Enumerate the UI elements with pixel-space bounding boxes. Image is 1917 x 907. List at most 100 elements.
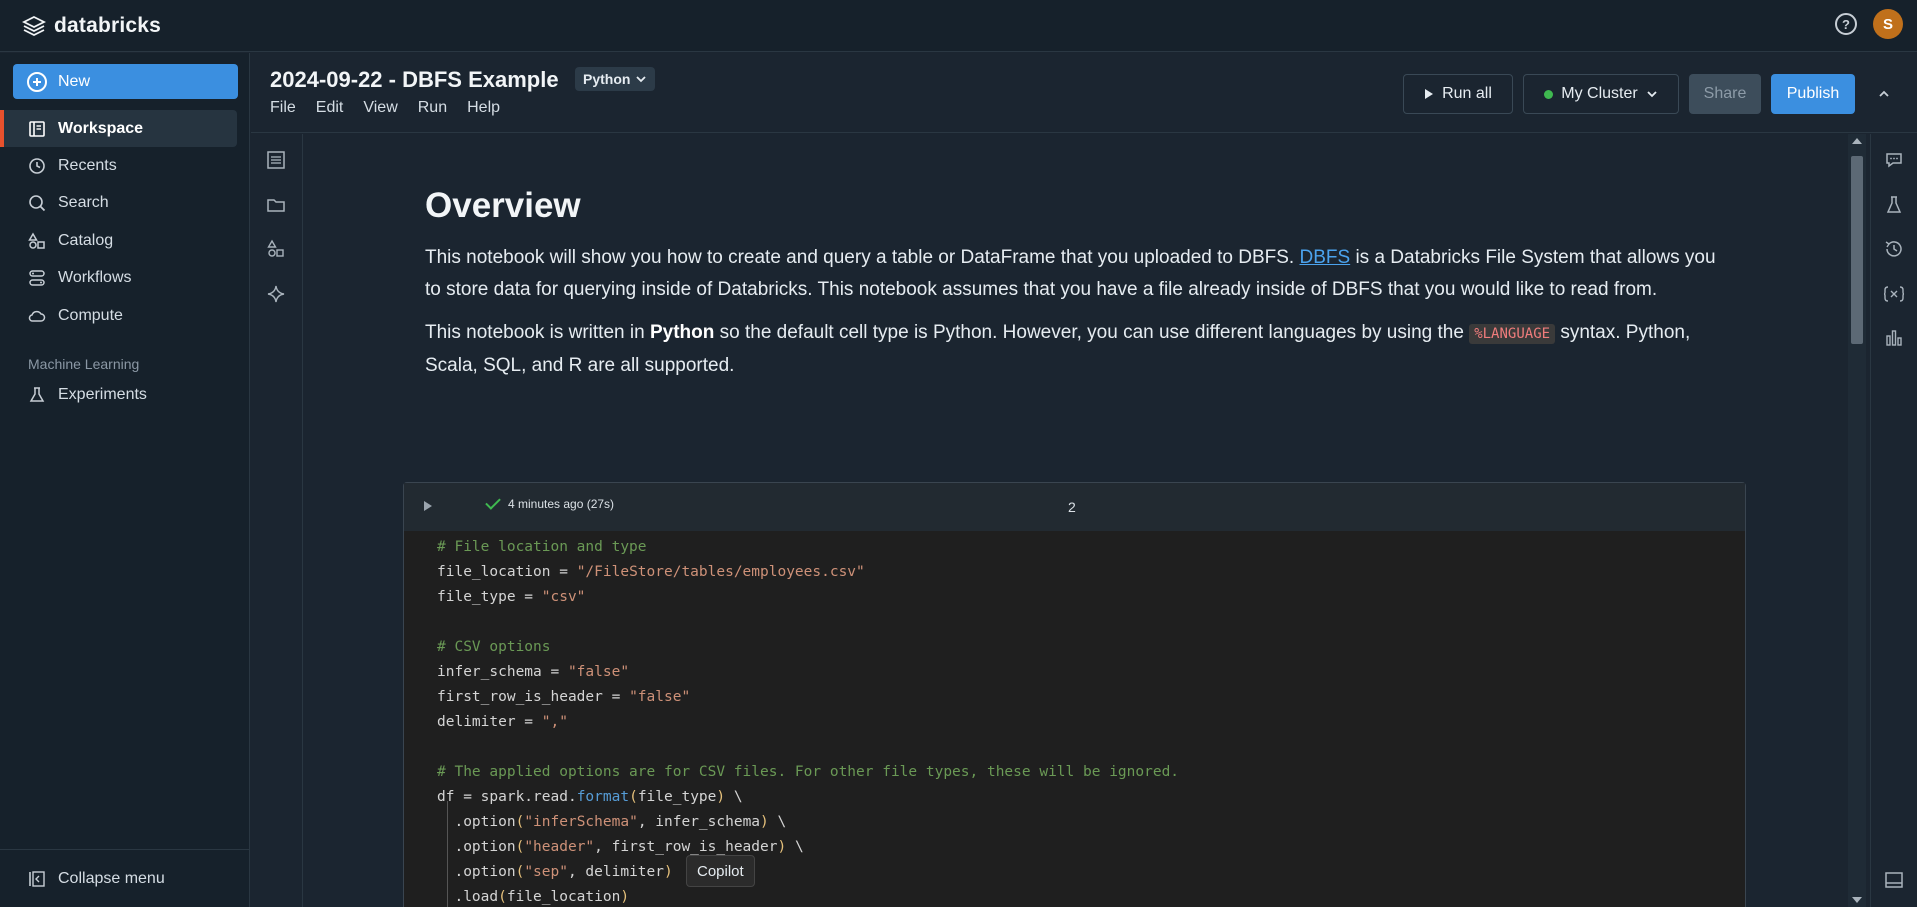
code-paren: )	[760, 814, 769, 830]
menu-edit[interactable]: Edit	[316, 99, 344, 117]
sidebar-nav: Workspace Recents Search Catalog Workflo…	[0, 110, 250, 414]
check-icon	[485, 494, 501, 510]
code-editor[interactable]: # File location and type file_location =…	[437, 535, 1179, 907]
code-text: df = spark.read.	[437, 789, 577, 805]
code-cell[interactable]: 4 minutes ago (27s) 2 # File location an…	[403, 482, 1746, 907]
code-text: .load	[437, 889, 499, 905]
share-button[interactable]: Share	[1689, 74, 1761, 114]
paragraph-text: so the default cell type is Python. Howe…	[714, 322, 1470, 343]
code-text: \	[768, 814, 787, 830]
code-text: , delimiter	[567, 864, 664, 880]
variables-icon[interactable]	[1883, 283, 1905, 305]
sidebar-item-recents[interactable]: Recents	[0, 147, 250, 184]
code-text: , infer_schema	[637, 814, 761, 830]
cluster-selector[interactable]: My Cluster	[1523, 74, 1679, 114]
cell-number: 2	[1068, 499, 1076, 515]
play-icon	[1425, 89, 1434, 99]
brand-name: databricks	[54, 13, 162, 37]
flask-icon	[28, 386, 46, 404]
code-paren: (	[515, 814, 525, 830]
code-paren: )	[716, 789, 726, 805]
markdown-cell: Overview This notebook will show you how…	[425, 186, 1725, 393]
code-text: .option	[437, 864, 516, 880]
code-paren: (	[515, 839, 525, 855]
user-avatar[interactable]: S	[1873, 9, 1903, 39]
sidebar-item-workflows[interactable]: Workflows	[0, 260, 250, 297]
sidebar-item-label: Search	[58, 194, 109, 211]
code-paren: (	[498, 889, 507, 905]
scroll-up-arrow-icon[interactable]	[1852, 138, 1862, 144]
plus-circle-icon	[27, 71, 47, 92]
code-string: "csv"	[541, 589, 586, 605]
code-text: .option	[437, 814, 516, 830]
code-text: first_row_is_header =	[437, 689, 630, 705]
notebook-header: 2024-09-22 - DBFS Example Python File Ed…	[251, 53, 1917, 133]
notebook-title[interactable]: 2024-09-22 - DBFS Example	[270, 67, 559, 93]
dbfs-link[interactable]: DBFS	[1299, 247, 1350, 268]
right-tool-rail	[1870, 134, 1917, 907]
comments-icon[interactable]	[1883, 149, 1905, 171]
menu-view[interactable]: View	[363, 99, 397, 117]
menu-run[interactable]: Run	[418, 99, 447, 117]
chart-icon[interactable]	[1883, 327, 1905, 349]
sidebar-item-experiments[interactable]: Experiments	[0, 376, 250, 413]
menu-file[interactable]: File	[270, 99, 296, 117]
sidebar-item-catalog[interactable]: Catalog	[0, 222, 250, 259]
help-icon[interactable]: ?	[1835, 13, 1857, 35]
sidebar-item-label: Compute	[58, 306, 123, 324]
notebook-tool-rail	[251, 134, 303, 907]
workflows-icon	[28, 269, 46, 287]
table-of-contents-icon[interactable]	[265, 149, 287, 171]
cell-status-text: 4 minutes ago (27s)	[508, 497, 615, 511]
copilot-tooltip: Copilot	[686, 855, 755, 887]
bold-text: Python	[649, 322, 715, 343]
collapse-menu-label: Collapse menu	[58, 869, 165, 887]
code-string: "false"	[567, 664, 630, 680]
publish-button[interactable]: Publish	[1771, 74, 1855, 114]
sidebar-item-search[interactable]: Search	[0, 185, 250, 222]
code-string: "inferSchema"	[524, 814, 638, 830]
code-paren: (	[629, 789, 638, 805]
code-function: format	[576, 789, 630, 805]
folder-icon[interactable]	[265, 194, 287, 216]
flask-icon[interactable]	[1883, 194, 1905, 216]
databricks-logo-icon	[22, 15, 46, 36]
code-comment: # The applied options are for CSV files.…	[437, 764, 1180, 780]
code-string: "false"	[629, 689, 691, 705]
scroll-thumb[interactable]	[1851, 156, 1863, 344]
history-icon[interactable]	[1883, 238, 1905, 260]
chevron-down-icon	[636, 76, 647, 83]
run-cell-icon[interactable]	[424, 501, 432, 511]
inline-code: %LANGUAGE	[1469, 324, 1556, 344]
code-string: "/FileStore/tables/employees.csv"	[576, 564, 865, 580]
panel-toggle-icon[interactable]	[1883, 869, 1905, 891]
new-button[interactable]: New	[13, 64, 238, 99]
sidebar-item-compute[interactable]: Compute	[0, 297, 250, 334]
collapse-header-button[interactable]	[1869, 79, 1899, 109]
chevron-down-icon	[1647, 91, 1657, 98]
clock-icon	[28, 157, 46, 175]
assistant-sparkle-icon[interactable]	[265, 283, 287, 305]
paragraph-text: This notebook is written in	[425, 322, 650, 343]
code-paren: )	[777, 839, 787, 855]
sidebar: New Workspace Recents Search Catalog Wor…	[0, 53, 250, 907]
cell-header: 4 minutes ago (27s) 2	[404, 483, 1745, 531]
scroll-down-arrow-icon[interactable]	[1852, 897, 1862, 903]
code-paren: )	[664, 864, 673, 880]
top-bar: databricks ? S	[0, 0, 1917, 52]
run-all-button[interactable]: Run all	[1403, 74, 1513, 114]
vertical-scrollbar[interactable]	[1848, 134, 1866, 907]
catalog-icon[interactable]	[265, 238, 287, 260]
code-string: ","	[541, 714, 568, 730]
menu-help[interactable]: Help	[467, 99, 500, 117]
markdown-paragraph-2: This notebook is written in Python so th…	[425, 317, 1725, 382]
sidebar-item-workspace[interactable]: Workspace	[0, 110, 237, 147]
run-all-label: Run all	[1442, 85, 1492, 102]
chevron-up-icon	[1879, 90, 1889, 97]
language-selector[interactable]: Python	[575, 67, 656, 91]
code-comment: # File location and type	[437, 539, 647, 555]
databricks-logo[interactable]: databricks	[22, 14, 161, 38]
collapse-menu-button[interactable]: Collapse menu	[0, 849, 250, 907]
overview-heading: Overview	[425, 186, 581, 225]
collapse-sidebar-icon	[28, 870, 46, 888]
